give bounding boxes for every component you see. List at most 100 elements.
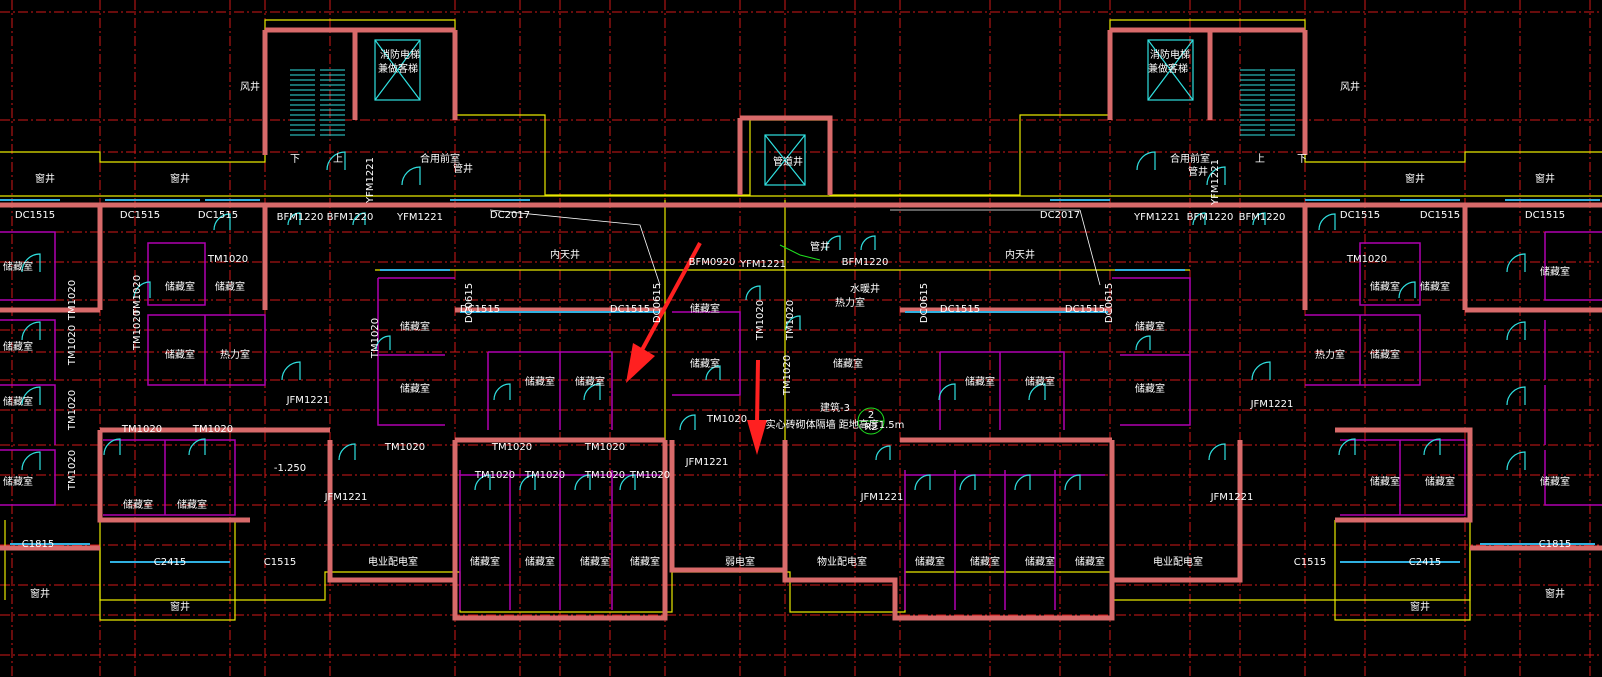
drawing-label-l95: DC1515: [1420, 210, 1460, 221]
drawing-label-l23: 管井: [1188, 165, 1208, 178]
drawing-label-l41: 储藏室: [400, 382, 430, 395]
floor-plan-drawing: 消防电梯兼做客梯消防电梯兼做客梯管道井风井 风井窗井 窗井 窗井 窗井窗井窗井 窗井窗井合…: [0, 0, 1602, 677]
drawing-label-l124: TM1020: [785, 300, 796, 341]
drawing-label-l80: YFM1221: [1210, 159, 1221, 206]
drawing-label-l88: DC1515: [120, 210, 160, 221]
drawing-label-l47: 储藏室: [470, 555, 500, 568]
drawing-label-l15: 窗井: [1545, 587, 1565, 600]
drawing-label-l44: 储藏室: [690, 302, 720, 315]
drawing-label-l76: YFM1221: [396, 212, 443, 223]
drawing-label-l68: 物业配电室: [817, 555, 867, 568]
drawing-label-l30: 热力室: [1315, 348, 1345, 361]
drawing-label-l38: 储藏室: [123, 498, 153, 511]
drawing-label-l93: DC1515: [1065, 304, 1105, 315]
drawing-label-l11: 窗井: [1535, 172, 1555, 185]
drawing-label-l46: 储藏室: [833, 357, 863, 370]
drawing-label-l48: 储藏室: [525, 555, 555, 568]
drawing-label-l65: 储藏室: [1540, 475, 1570, 488]
drawing-label-l9: 窗井: [170, 172, 190, 185]
drawing-label-l66: 电业配电室: [368, 555, 418, 568]
drawing-label-l108: TM1020: [67, 325, 78, 366]
drawing-label-l18: 下: [290, 154, 300, 165]
drawing-label-l12: 窗井: [30, 587, 50, 600]
drawing-label-l29: 热力室: [835, 296, 865, 309]
drawing-label-l28: 热力室: [220, 348, 250, 361]
drawing-label-l110: TM1020: [67, 450, 78, 491]
drawing-label-l57: 储藏室: [1025, 555, 1055, 568]
drawing-label-l5: 管道井: [773, 155, 803, 168]
drawing-label-l24: 管井: [810, 240, 830, 253]
drawing-label-l132: DC0615: [464, 283, 475, 323]
drawing-label-l92: DC1515: [940, 304, 980, 315]
drawing-label-l84: JFM1221: [860, 492, 904, 503]
drawing-label-l37: 储藏室: [165, 348, 195, 361]
drawing-label-l71: BFM1220: [327, 212, 374, 223]
drawing-label-l56: 储藏室: [970, 555, 1000, 568]
drawing-label-l25: 内天井: [550, 248, 580, 261]
drawing-label-l79: YFM1221: [365, 157, 376, 204]
drawing-label-l113: TM1020: [192, 424, 233, 435]
drawing-label-l2: 兼做客梯: [378, 62, 418, 75]
drawing-label-l106: TM1020: [132, 310, 143, 351]
drawing-label-l34: 储藏室: [3, 475, 33, 488]
drawing-label-l118: TM1020: [474, 470, 515, 481]
drawing-label-l123: TM1020: [755, 300, 766, 341]
drawing-label-l55: 储藏室: [915, 555, 945, 568]
drawing-label-l33: 储藏室: [3, 395, 33, 408]
drawing-label-l1: 消防电梯: [380, 48, 420, 61]
drawing-label-l91: DC1515: [610, 304, 650, 315]
drawing-label-l107: TM1020: [67, 280, 78, 321]
drawing-label-l7: 风井: [1340, 80, 1360, 93]
drawing-label-l54: 储藏室: [1135, 382, 1165, 395]
drawing-label-l45: 储藏室: [690, 357, 720, 370]
drawing-label-l74: BFM1220: [842, 257, 889, 268]
drawing-label-l60: 储藏室: [1420, 280, 1450, 293]
drawing-label-l133: DC0615: [652, 283, 663, 323]
drawing-label-l75: BFM0920: [689, 257, 736, 268]
drawing-label-l114: TM1020: [370, 318, 381, 359]
drawing-label-l52: 储藏室: [1025, 375, 1055, 388]
drawing-label-l104: C1815: [1539, 539, 1571, 550]
drawing-label-l10: 窗井: [1405, 172, 1425, 185]
drawing-label-l36: 储藏室: [215, 280, 245, 293]
drawing-label-l100: C1515: [1294, 557, 1326, 568]
drawing-label-l97: DC2017: [490, 210, 530, 221]
drawing-label-l8: 窗井: [35, 172, 55, 185]
drawing-label-l102: C2415: [1409, 557, 1441, 568]
drawing-label-l121: TM1020: [629, 470, 670, 481]
drawing-label-l111: TM1020: [207, 254, 248, 265]
drawing-label-l101: C2415: [154, 557, 186, 568]
drawing-label-l128: 建筑-3: [820, 401, 850, 414]
drawing-label-l42: 储藏室: [525, 375, 555, 388]
drawing-label-l117: TM1020: [584, 442, 625, 453]
drawing-label-l116: TM1020: [491, 442, 532, 453]
drawing-label-l72: BFM1220: [1187, 212, 1234, 223]
drawing-label-l64: 储藏室: [1540, 265, 1570, 278]
drawing-label-l69: 弱电室: [725, 555, 755, 568]
drawing-label-l94: DC1515: [1340, 210, 1380, 221]
drawing-label-l17: 合用前室: [1170, 152, 1210, 165]
drawing-label-l32: 储藏室: [3, 340, 33, 353]
drawing-label-l119: TM1020: [524, 470, 565, 481]
drawing-label-l125: TM1020: [782, 355, 793, 396]
drawing-label-l58: 储藏室: [1075, 555, 1105, 568]
drawing-label-l81: JFM1221: [286, 395, 330, 406]
drawing-label-l27: 水暖井: [850, 282, 880, 295]
drawing-label-l73: BFM1220: [1239, 212, 1286, 223]
drawing-label-l40: 储藏室: [400, 320, 430, 333]
drawing-label-l120: TM1020: [584, 470, 625, 481]
drawing-label-l59: 储藏室: [1370, 280, 1400, 293]
drawing-label-l112: TM1020: [121, 424, 162, 435]
red-arrow-center: [755, 359, 760, 426]
drawing-label-l61: 储藏室: [1370, 348, 1400, 361]
drawing-label-l99: C1515: [264, 557, 296, 568]
drawing-label-l49: 储藏室: [580, 555, 610, 568]
drawing-label-l67: 电业配电室: [1153, 555, 1203, 568]
drawing-label-l115: TM1020: [384, 442, 425, 453]
drawing-label-l134: DC0615: [1104, 283, 1115, 323]
drawing-background: [0, 0, 1602, 677]
drawing-label-l63: 储藏室: [1425, 475, 1455, 488]
drawing-label-l103: C1815: [22, 539, 54, 550]
drawing-label-l85: JFM1221: [1210, 492, 1254, 503]
drawing-label-l22: 管井: [453, 162, 473, 175]
